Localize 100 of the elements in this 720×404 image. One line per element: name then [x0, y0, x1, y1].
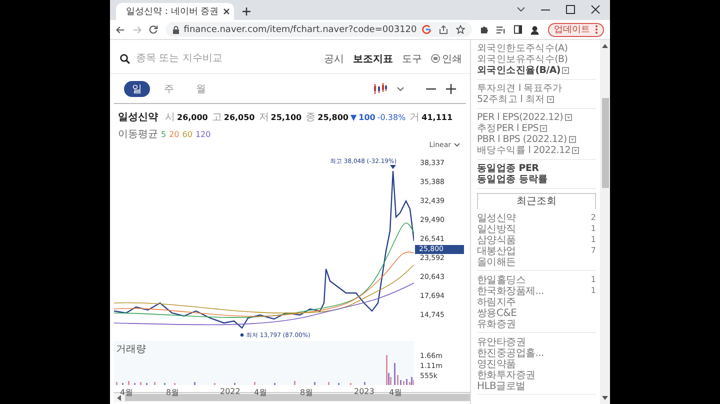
recent-stock-link[interactable]: 하림지주 — [477, 294, 516, 308]
period-tab[interactable]: 일 — [124, 80, 150, 96]
search-field[interactable]: 종목 또는 지수비교 — [120, 52, 244, 65]
google-icon[interactable] — [422, 25, 431, 34]
recent-stock-link[interactable]: 삼양식품 — [477, 232, 516, 246]
candlestick-icon[interactable] — [373, 82, 387, 94]
quote-value: 41,111 — [422, 113, 453, 122]
info-label: 배당수익률 l 2022.12 — [477, 144, 570, 157]
change-percent: -0.38% — [377, 113, 406, 122]
help-icon[interactable] — [546, 96, 554, 103]
quote-label: 시 — [165, 111, 175, 124]
info-label: 외국인한도주식수(A) — [477, 42, 568, 54]
printer-icon — [431, 54, 440, 63]
toolbar-link[interactable]: 공시 — [324, 52, 344, 66]
help-icon[interactable] — [562, 67, 570, 74]
quote-label: 종 — [306, 111, 316, 124]
reload-icon[interactable] — [149, 25, 158, 34]
moving-average-period: 5 — [161, 130, 166, 139]
recent-stock-value: 2 — [590, 213, 596, 222]
date-tick-label: 2022 — [220, 387, 240, 396]
quote-label: 저 — [258, 111, 269, 124]
recent-stock-link[interactable]: 대봉산업 — [477, 244, 516, 258]
browser-tab[interactable]: 일성신약 : 네이버 증권 — [116, 3, 234, 20]
high-marker-icon — [390, 165, 396, 169]
quote-value: 25,800 — [318, 113, 348, 122]
price-change: 100 — [358, 113, 376, 122]
address-bar[interactable]: finance.naver.com/item/fchart.naver?code=003120 — [166, 22, 472, 37]
info-label: PER l EPS(2022.12) — [477, 112, 564, 123]
recent-stock-link[interactable]: HLB글로벌 — [477, 378, 526, 392]
update-button[interactable]: 업데이트 — [548, 22, 604, 36]
vertical-scrollbar[interactable] — [600, 40, 610, 404]
recent-stock-link[interactable]: 한국화장품제... — [477, 284, 544, 298]
recent-stock-value: 1 — [590, 224, 596, 233]
date-tick-label: 4월 — [254, 387, 268, 398]
info-label: 동일업종 등락률 — [477, 173, 548, 186]
scrollbar-thumb[interactable] — [602, 98, 608, 188]
period-tab[interactable]: 월 — [188, 80, 214, 96]
down-arrow: ▼ — [350, 113, 357, 122]
list-icon[interactable] — [496, 26, 506, 34]
moving-average-period: 60 — [182, 130, 192, 139]
recent-stock-link[interactable]: 한진중공업홀... — [477, 346, 544, 360]
recent-stock-link[interactable]: 한화투자증권 — [477, 368, 536, 382]
recent-stock-value: 1 — [590, 235, 596, 244]
search-icon — [120, 54, 130, 64]
recent-stock-value: 1 — [590, 275, 596, 284]
share-icon[interactable] — [438, 25, 448, 34]
minimize-icon[interactable] — [541, 8, 550, 10]
low-marker-icon — [240, 333, 244, 337]
recent-stock-link[interactable]: 영진약품 — [477, 356, 516, 370]
chevron-down-icon[interactable] — [517, 7, 525, 12]
star-icon[interactable] — [456, 25, 465, 34]
period-tab[interactable]: 주 — [156, 80, 182, 96]
close-icon[interactable] — [222, 8, 230, 15]
scrollbar-thumb[interactable] — [125, 394, 470, 401]
help-icon[interactable] — [565, 114, 572, 121]
back-icon[interactable] — [116, 26, 125, 34]
recent-stock-value: 7 — [590, 246, 596, 255]
kebab-icon — [595, 25, 598, 34]
scroll-down-icon[interactable] — [602, 396, 608, 400]
toolbar-link[interactable]: 인쇄 — [431, 52, 462, 66]
close-icon[interactable] — [591, 5, 600, 14]
moving-average-period: 120 — [195, 130, 211, 139]
plus-icon[interactable] — [242, 7, 251, 16]
recent-stock-link[interactable]: 일성신약 — [477, 210, 516, 224]
info-label: 52주최고 l 최저 — [477, 93, 545, 106]
scroll-up-icon[interactable] — [602, 44, 608, 48]
recent-stock-value: 1 — [590, 286, 596, 295]
recent-stock-link[interactable]: 일신방직 — [477, 222, 516, 236]
stock-name: 일성신약 — [118, 111, 158, 124]
lock-icon — [172, 26, 179, 34]
volume-title: 거래량 — [116, 343, 146, 356]
help-icon[interactable] — [572, 147, 580, 154]
chevron-down-icon[interactable] — [397, 86, 404, 90]
avatar-icon[interactable] — [530, 24, 540, 34]
toolbar-link[interactable]: 도구 — [402, 52, 422, 66]
puzzle-icon[interactable] — [480, 25, 488, 34]
recent-stock-link[interactable]: 올이해든 — [477, 254, 516, 268]
recent-stock-link[interactable]: 쌍용C&E — [477, 306, 517, 320]
info-label: 외국인소진율(B/A) — [477, 64, 560, 77]
quote-label: 고 — [212, 111, 222, 124]
recent-tab[interactable]: 최근조회 — [477, 193, 596, 209]
help-icon[interactable] — [540, 125, 548, 132]
chevron-down-icon — [454, 143, 460, 147]
info-label: 외국인보유주식수(B) — [477, 53, 568, 66]
help-icon[interactable] — [568, 136, 576, 143]
scroll-left-icon[interactable] — [117, 394, 121, 400]
sidebar-icon[interactable] — [514, 25, 522, 34]
moving-average-label: 이동평균 — [118, 128, 158, 141]
zoom-in-icon[interactable] — [446, 84, 456, 94]
url-text: finance.naver.com/item/fchart.naver?code=003120 — [184, 24, 417, 34]
maximize-icon[interactable] — [566, 5, 575, 14]
toolbar-link[interactable]: 보조지표 — [353, 52, 393, 66]
recent-stock-link[interactable]: 한일홀딩스 — [477, 272, 526, 286]
date-tick-label: 2023 — [354, 387, 374, 396]
moving-average-period: 20 — [169, 130, 180, 139]
recent-stock-link[interactable]: 유안타증권 — [477, 334, 526, 348]
date-tick-label: 4월 — [120, 387, 134, 398]
quote-value: 26,000 — [177, 113, 208, 122]
recent-stock-link[interactable]: 유화증권 — [477, 316, 516, 330]
tab-title: 일성신약 : 네이버 증권 — [126, 6, 219, 18]
